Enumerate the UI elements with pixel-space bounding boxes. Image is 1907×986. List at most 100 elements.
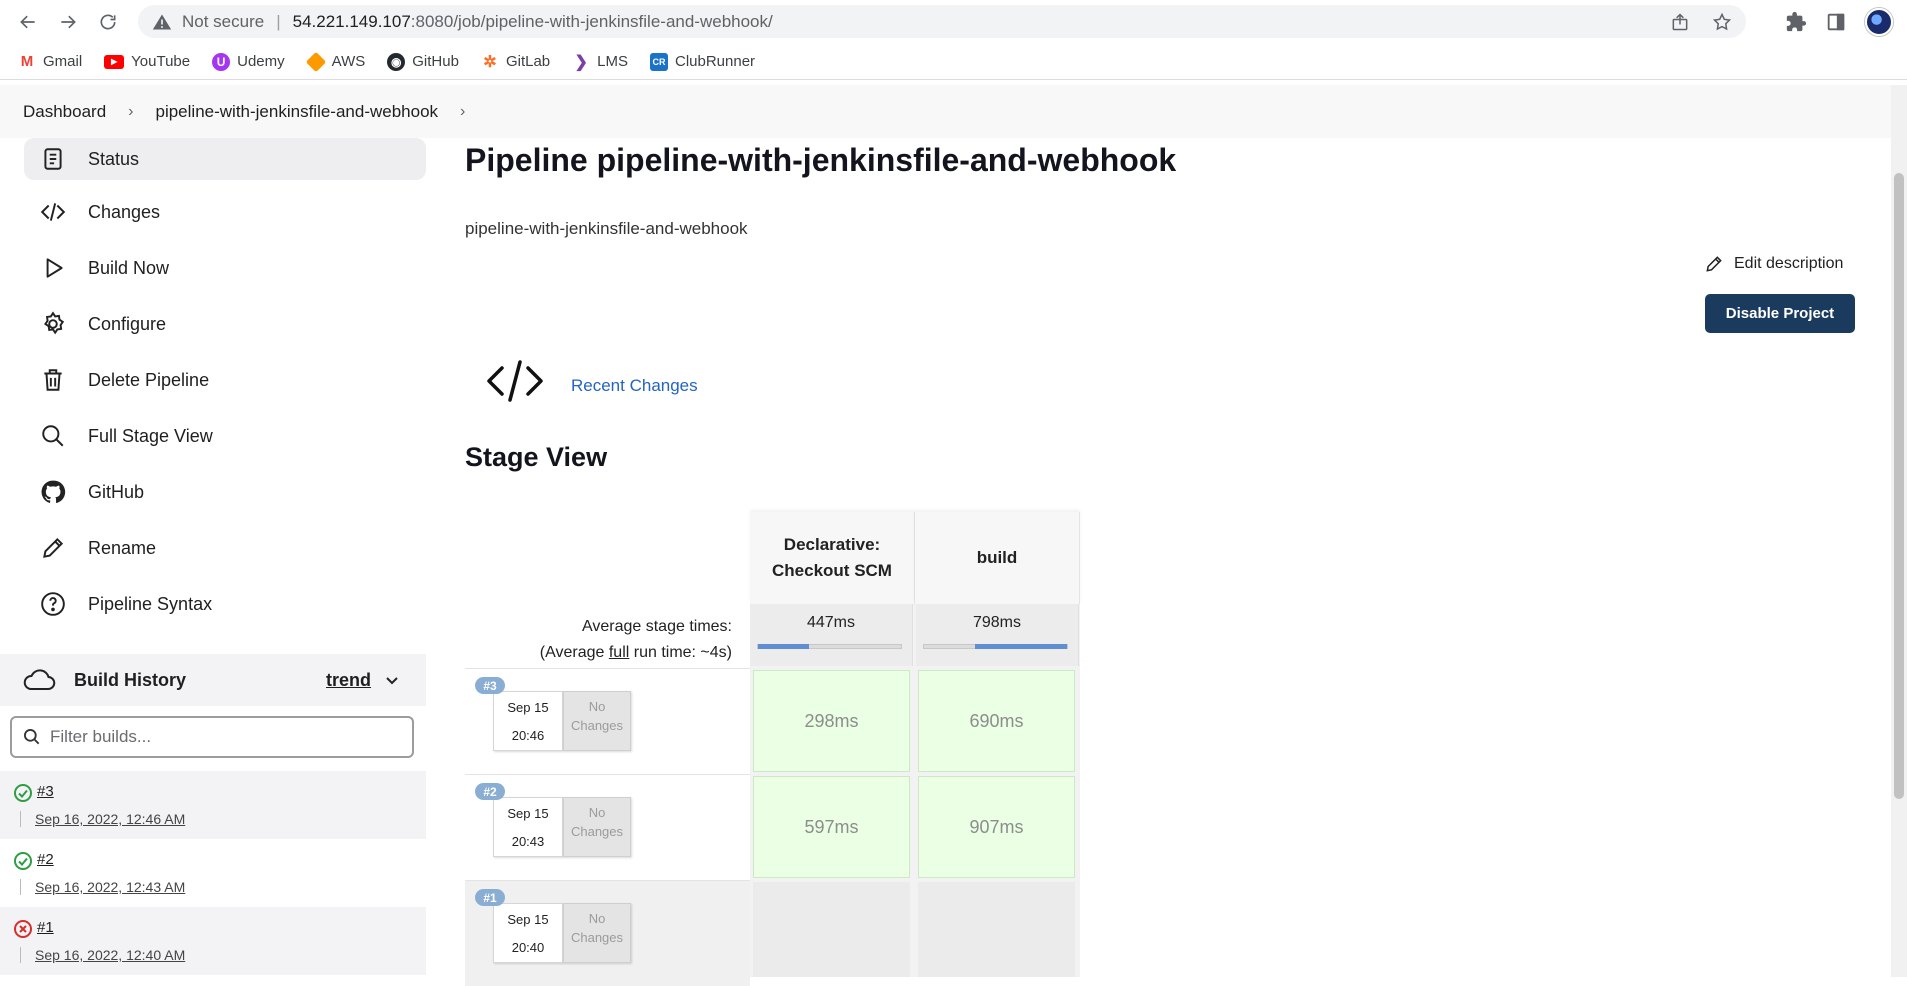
extensions-icon[interactable] <box>1785 11 1807 33</box>
sidebar-item-configure[interactable]: Configure <box>24 302 426 346</box>
sidebar-item-status[interactable]: Status <box>24 138 426 180</box>
bookmark-clubrunner[interactable]: CR ClubRunner <box>650 52 756 71</box>
star-icon[interactable] <box>1712 12 1732 32</box>
build-divider <box>20 811 21 827</box>
stage-cell-success[interactable]: 597ms <box>753 776 910 878</box>
build-history-title: Build History <box>74 669 187 690</box>
run-date[interactable]: Sep 15 20:43 <box>493 797 563 857</box>
sidebar-item-full-stage-view[interactable]: Full Stage View <box>24 414 426 458</box>
stage-average: 798ms <box>916 604 1079 666</box>
bookmark-label: GitHub <box>412 53 459 70</box>
stage-cell-success[interactable]: 690ms <box>918 670 1075 772</box>
page-title: Pipeline pipeline-with-jenkinsfile-and-w… <box>465 142 1177 178</box>
bookmark-udemy[interactable]: U Udemy <box>212 52 285 71</box>
run-changes-text: Changes <box>570 930 624 945</box>
sidebar-item-github[interactable]: GitHub <box>24 470 426 514</box>
build-date-link[interactable]: Sep 16, 2022, 12:46 AM <box>35 811 185 827</box>
github-icon <box>38 477 68 507</box>
run-row: Sep 15 20:43 No Changes #2 <box>465 774 750 880</box>
run-date-time: 20:46 <box>511 728 545 743</box>
success-icon <box>14 784 32 802</box>
forward-button[interactable] <box>48 2 88 42</box>
edit-description-link[interactable]: Edit description <box>1704 254 1843 274</box>
run-badge[interactable]: #2 <box>475 783 505 800</box>
build-date-link[interactable]: Sep 16, 2022, 12:43 AM <box>35 879 185 895</box>
build-number-link[interactable]: #2 <box>37 851 54 868</box>
status-icon <box>38 144 68 174</box>
play-icon <box>38 253 68 283</box>
success-icon <box>14 852 32 870</box>
browser-actions <box>1785 8 1893 36</box>
reload-button[interactable] <box>88 2 128 42</box>
arrow-right-icon <box>61 15 76 29</box>
stage-view-table: Declarative: Checkout SCM build Average s… <box>465 512 1095 986</box>
breadcrumb-dashboard[interactable]: Dashboard <box>23 102 106 122</box>
chevron-down-icon[interactable] <box>384 672 400 688</box>
stage-cell-empty <box>753 882 910 977</box>
run-date-day: Sep 15 <box>507 912 549 927</box>
breadcrumb-job[interactable]: pipeline-with-jenkinsfile-and-webhook <box>156 102 439 122</box>
stage-average: 447ms <box>750 604 913 666</box>
back-button[interactable] <box>8 2 48 42</box>
sidebar-item-label: Pipeline Syntax <box>88 593 213 614</box>
build-row: #3 Sep 16, 2022, 12:46 AM <box>0 771 426 839</box>
sidebar-item-delete-pipeline[interactable]: Delete Pipeline <box>24 358 426 402</box>
warning-icon <box>152 14 172 29</box>
bookmark-gitlab[interactable]: ✲ GitLab <box>481 53 550 71</box>
sidebar-item-build-now[interactable]: Build Now <box>24 246 426 290</box>
stage-average-fill <box>975 644 1067 649</box>
trash-icon <box>38 365 68 395</box>
trend-link[interactable]: trend <box>326 670 371 691</box>
main-content: Pipeline pipeline-with-jenkinsfile-and-w… <box>426 138 1886 986</box>
bookmark-label: ClubRunner <box>675 53 756 70</box>
build-date-link[interactable]: Sep 16, 2022, 12:40 AM <box>35 947 185 963</box>
side-panel-icon[interactable] <box>1825 11 1847 33</box>
run-date[interactable]: Sep 15 20:46 <box>493 691 563 751</box>
profile-avatar[interactable] <box>1865 8 1893 36</box>
search-icon <box>24 729 40 745</box>
page-scrollbar[interactable] <box>1891 85 1907 977</box>
bookmark-label: GitLab <box>505 53 551 70</box>
browser-toolbar: Not secure | 54.221.149.107:8080/job/pip… <box>0 0 1907 44</box>
build-number-link[interactable]: #3 <box>37 783 54 800</box>
address-bar[interactable]: Not secure | 54.221.149.107:8080/job/pip… <box>138 5 1746 38</box>
stage-average-time: 447ms <box>806 614 856 631</box>
chevron-right-icon[interactable]: › <box>460 103 465 121</box>
run-changes[interactable]: No Changes <box>563 691 631 751</box>
bookmark-youtube[interactable]: ▶ YouTube <box>104 53 190 70</box>
build-divider <box>20 879 21 895</box>
full-run-link[interactable]: full <box>609 644 629 661</box>
share-icon[interactable] <box>1670 12 1690 32</box>
aws-icon <box>305 51 326 72</box>
run-date-day: Sep 15 <box>507 700 549 715</box>
code-icon <box>487 360 543 402</box>
url-host: 54.221.149.107 <box>292 11 411 31</box>
stage-cell-success[interactable]: 298ms <box>753 670 910 772</box>
chevron-right-icon: › <box>128 102 134 120</box>
sidebar-item-changes[interactable]: Changes <box>24 190 426 234</box>
run-badge[interactable]: #1 <box>475 889 505 906</box>
pencil-icon <box>38 533 68 563</box>
run-badge[interactable]: #3 <box>475 677 505 694</box>
scrollbar-thumb[interactable] <box>1894 173 1904 799</box>
cloud-icon <box>23 669 56 690</box>
stage-cell-empty <box>918 882 1075 977</box>
filter-builds-input[interactable]: Filter builds... <box>10 716 414 758</box>
run-changes-text: Changes <box>570 718 624 733</box>
bookmark-aws[interactable]: AWS <box>305 51 365 72</box>
sidebar-item-label: GitHub <box>88 481 145 502</box>
build-number-link[interactable]: #1 <box>37 919 54 936</box>
bookmark-gmail[interactable]: M Gmail <box>18 53 82 71</box>
stage-cell-success[interactable]: 907ms <box>918 776 1075 878</box>
run-changes-text: No <box>588 805 606 820</box>
disable-project-button[interactable]: Disable Project <box>1705 294 1855 333</box>
bookmark-github[interactable]: ◉ GitHub <box>387 52 459 71</box>
run-changes[interactable]: No Changes <box>563 797 631 857</box>
recent-changes-link[interactable]: Recent Changes <box>571 376 698 396</box>
run-changes[interactable]: No Changes <box>563 903 631 963</box>
run-date[interactable]: Sep 15 20:40 <box>493 903 563 963</box>
run-date-time: 20:40 <box>511 940 545 955</box>
sidebar-item-rename[interactable]: Rename <box>24 526 426 570</box>
sidebar-item-pipeline-syntax[interactable]: Pipeline Syntax <box>24 582 426 626</box>
bookmark-lms[interactable]: ❯ LMS <box>572 53 628 71</box>
